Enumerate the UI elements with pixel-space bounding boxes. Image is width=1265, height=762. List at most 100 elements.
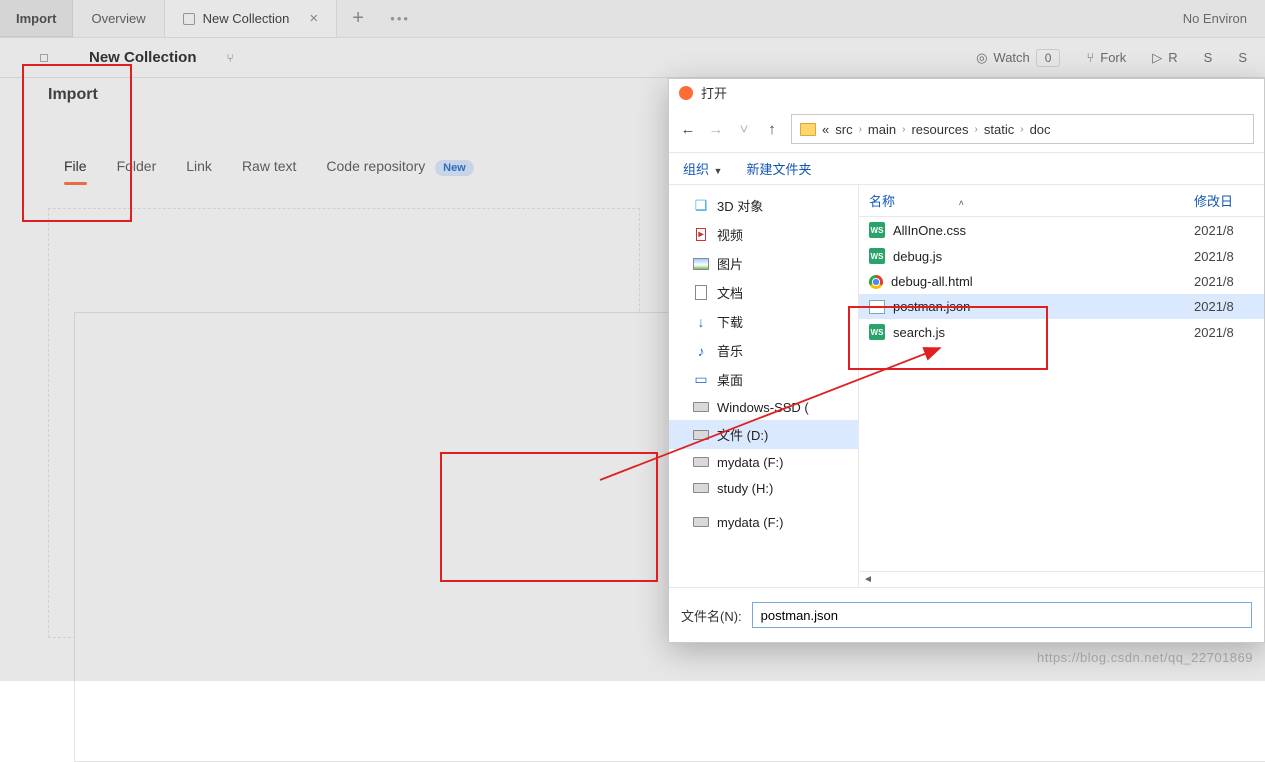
save-button-partial[interactable]: S [1204,50,1213,65]
tree-study-h[interactable]: study (H:) [669,475,858,501]
new-tab-button[interactable]: + [337,0,379,37]
drive-icon [693,480,709,496]
crumb-overflow[interactable]: « [822,122,829,137]
fork-indicator-icon: ⑂ [227,51,234,65]
folder-tree[interactable]: ❑3D 对象 ▸视频 图片 文档 ↓下载 ♪音乐 ▭桌面 Windows-SSD… [669,185,859,587]
tree-drive-d[interactable]: 文件 (D:) [669,420,858,449]
dialog-title: 打开 [701,83,727,102]
tab-overview[interactable]: Overview [73,0,164,37]
file-row[interactable]: WS search.js 2021/8 [859,319,1264,345]
col-date[interactable]: 修改日 [1194,191,1254,210]
watch-button[interactable]: ◎ Watch 0 [976,49,1060,67]
nav-forward-icon[interactable]: → [707,121,725,138]
desktop-icon: ▭ [693,372,709,388]
run-button[interactable]: ▷ R [1152,50,1177,66]
list-header[interactable]: 名称 ˄ 修改日 [859,185,1264,217]
dialog-titlebar: 打开 [669,79,1264,106]
filename-input[interactable] [752,602,1252,628]
import-modal: Import File Folder Link Raw text Code re… [24,80,664,680]
filename-label: 文件名(N): [681,606,742,625]
drive-icon [693,454,709,470]
filename-row: 文件名(N): [669,587,1264,642]
tab-label: Overview [91,11,145,26]
environment-selector[interactable]: No Environ [1165,0,1265,37]
file-open-dialog: 打开 ← → ˅ ↑ « src › main › resources › st… [668,78,1265,643]
folder-icon [800,123,816,136]
horizontal-scrollbar[interactable]: ◄ [859,571,1264,587]
crumb-doc[interactable]: doc [1030,122,1051,137]
music-icon: ♪ [693,343,709,359]
import-button-top[interactable]: Import [0,0,73,37]
play-icon: ▷ [1152,50,1162,66]
file-row[interactable]: debug-all.html 2021/8 [859,269,1264,294]
watch-count: 0 [1036,49,1061,67]
tree-documents[interactable]: 文档 [669,278,858,307]
organize-menu[interactable]: 组织 ▼ [683,159,722,178]
sidebar-toggle-icon[interactable] [40,54,48,62]
drive-icon [693,399,709,415]
import-tab-link[interactable]: Link [186,158,212,184]
tree-pictures[interactable]: 图片 [669,249,858,278]
cube-icon: ❑ [693,198,709,214]
tree-mydata-f-2[interactable]: mydata (F:) [669,509,858,535]
scroll-left-icon[interactable]: ◄ [861,574,875,585]
crumb-main[interactable]: main [868,122,896,137]
tabs-row: Import Overview New Collection × + ••• N… [0,0,1265,38]
ws-file-icon: WS [869,324,885,340]
import-tab-rawtext[interactable]: Raw text [242,158,296,184]
file-row-selected[interactable]: postman.json 2021/8 [859,294,1264,319]
import-tab-folder[interactable]: Folder [117,158,157,184]
nav-recent-icon[interactable]: ˅ [735,121,753,138]
file-row[interactable]: WS AllInOne.css 2021/8 [859,217,1264,243]
tree-mydata-f[interactable]: mydata (F:) [669,449,858,475]
file-row[interactable]: WS debug.js 2021/8 [859,243,1264,269]
share-button-partial[interactable]: S [1238,50,1247,65]
collection-title[interactable]: New Collection [89,49,197,66]
import-modal-title: Import [24,80,664,118]
dialog-nav: ← → ˅ ↑ « src › main › resources › stati… [669,106,1264,152]
tree-3d-objects[interactable]: ❑3D 对象 [669,191,858,220]
new-badge: New [435,160,474,176]
sort-caret-icon: ˄ [959,198,964,208]
tree-desktop[interactable]: ▭桌面 [669,365,858,394]
import-tab-coderepo[interactable]: Code repository New [326,158,473,184]
close-icon[interactable]: × [309,10,318,27]
crumb-static[interactable]: static [984,122,1014,137]
list-rows[interactable]: WS AllInOne.css 2021/8 WS debug.js 2021/… [859,217,1264,571]
picture-icon [693,256,709,272]
chevron-right-icon: › [902,124,905,135]
crumb-resources[interactable]: resources [911,122,968,137]
new-folder-button[interactable]: 新建文件夹 [746,159,811,178]
address-bar[interactable]: « src › main › resources › static › doc [791,114,1254,144]
eye-icon: ◎ [976,50,987,66]
col-name[interactable]: 名称 ˄ [869,191,1194,210]
chevron-right-icon: › [1020,124,1023,135]
postman-icon [679,86,693,100]
json-file-icon [869,300,885,314]
tree-videos[interactable]: ▸视频 [669,220,858,249]
import-tabs: File Folder Link Raw text Code repositor… [24,118,664,184]
video-icon: ▸ [693,227,709,243]
tree-music[interactable]: ♪音乐 [669,336,858,365]
dialog-toolbar: 组织 ▼ 新建文件夹 [669,152,1264,185]
chevron-right-icon: › [859,124,862,135]
collection-header: New Collection ⑂ ◎ Watch 0 ⑂ Fork ▷ R S … [0,38,1265,78]
import-tab-file[interactable]: File [64,158,87,184]
nav-up-icon[interactable]: ↑ [763,121,781,138]
drive-icon [693,514,709,530]
download-icon: ↓ [693,314,709,330]
tree-windows-ssd[interactable]: Windows-SSD ( [669,394,858,420]
fork-button[interactable]: ⑂ Fork [1086,50,1126,65]
collection-icon [183,13,195,25]
tab-new-collection[interactable]: New Collection × [165,0,337,37]
document-icon [693,285,709,301]
nav-back-icon[interactable]: ← [679,121,697,138]
file-list: 名称 ˄ 修改日 WS AllInOne.css 2021/8 WS debug… [859,185,1264,587]
crumb-src[interactable]: src [835,122,852,137]
ws-file-icon: WS [869,248,885,264]
fork-icon: ⑂ [1086,50,1094,65]
ws-file-icon: WS [869,222,885,238]
chrome-file-icon [869,275,883,289]
tab-overflow-button[interactable]: ••• [379,0,421,37]
tree-downloads[interactable]: ↓下载 [669,307,858,336]
